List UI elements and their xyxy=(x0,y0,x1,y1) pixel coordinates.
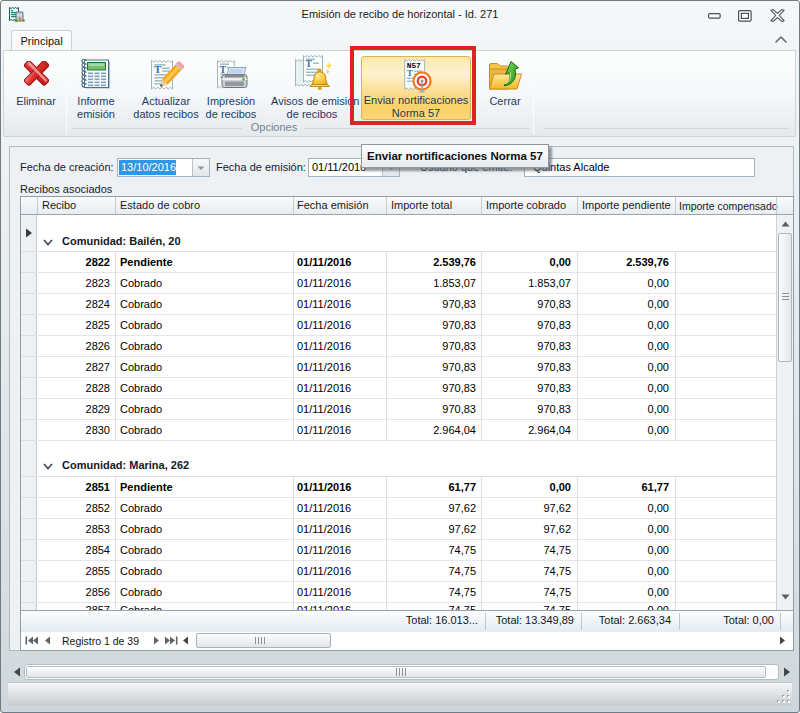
svg-text:T: T xyxy=(220,64,227,75)
svg-text:T: T xyxy=(306,59,313,69)
